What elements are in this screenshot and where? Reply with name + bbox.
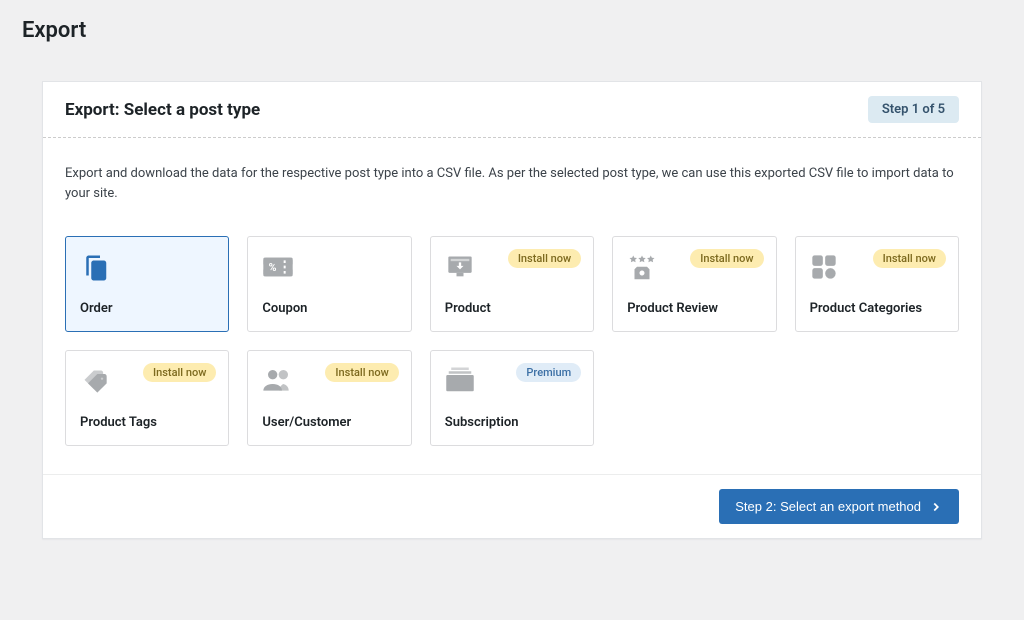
- tile-label: Product Categories: [810, 301, 944, 316]
- tile-product-categories[interactable]: Install now Product Categories: [795, 236, 959, 332]
- panel-heading: Export: Select a post type: [65, 100, 260, 120]
- install-now-badge[interactable]: Install now: [143, 363, 216, 382]
- tile-coupon[interactable]: % Coupon: [247, 236, 411, 332]
- premium-badge[interactable]: Premium: [516, 363, 581, 382]
- tile-label: Product Review: [627, 301, 761, 316]
- tile-label: Coupon: [262, 301, 396, 316]
- tile-label: Product: [445, 301, 579, 316]
- order-icon: [80, 253, 214, 283]
- tile-user-customer[interactable]: Install now User/Customer: [247, 350, 411, 446]
- install-now-badge[interactable]: Install now: [873, 249, 946, 268]
- step-indicator: Step 1 of 5: [868, 96, 959, 123]
- next-step-button[interactable]: Step 2: Select an export method: [719, 489, 959, 524]
- panel-body: Export and download the data for the res…: [43, 138, 981, 474]
- chevron-right-icon: [929, 500, 943, 514]
- tile-product[interactable]: Install now Product: [430, 236, 594, 332]
- page-title: Export: [0, 0, 1024, 43]
- tile-order[interactable]: Order: [65, 236, 229, 332]
- install-now-badge[interactable]: Install now: [325, 363, 398, 382]
- panel-header: Export: Select a post type Step 1 of 5: [43, 82, 981, 138]
- tile-label: Product Tags: [80, 415, 214, 430]
- tile-product-review[interactable]: Install now Product Review: [612, 236, 776, 332]
- tile-product-tags[interactable]: Install now Product Tags: [65, 350, 229, 446]
- next-step-label: Step 2: Select an export method: [735, 499, 921, 514]
- tile-label: Order: [80, 301, 214, 316]
- tile-subscription[interactable]: Premium Subscription: [430, 350, 594, 446]
- install-now-badge[interactable]: Install now: [508, 249, 581, 268]
- coupon-icon: %: [262, 253, 396, 283]
- install-now-badge[interactable]: Install now: [690, 249, 763, 268]
- tile-label: Subscription: [445, 415, 579, 430]
- export-panel: Export: Select a post type Step 1 of 5 E…: [42, 81, 982, 539]
- svg-text:%: %: [269, 261, 277, 274]
- post-type-grid: Order % Coupon Install now Product Insta…: [65, 236, 959, 446]
- tile-label: User/Customer: [262, 415, 396, 430]
- intro-text: Export and download the data for the res…: [65, 164, 959, 204]
- panel-footer: Step 2: Select an export method: [43, 474, 981, 538]
